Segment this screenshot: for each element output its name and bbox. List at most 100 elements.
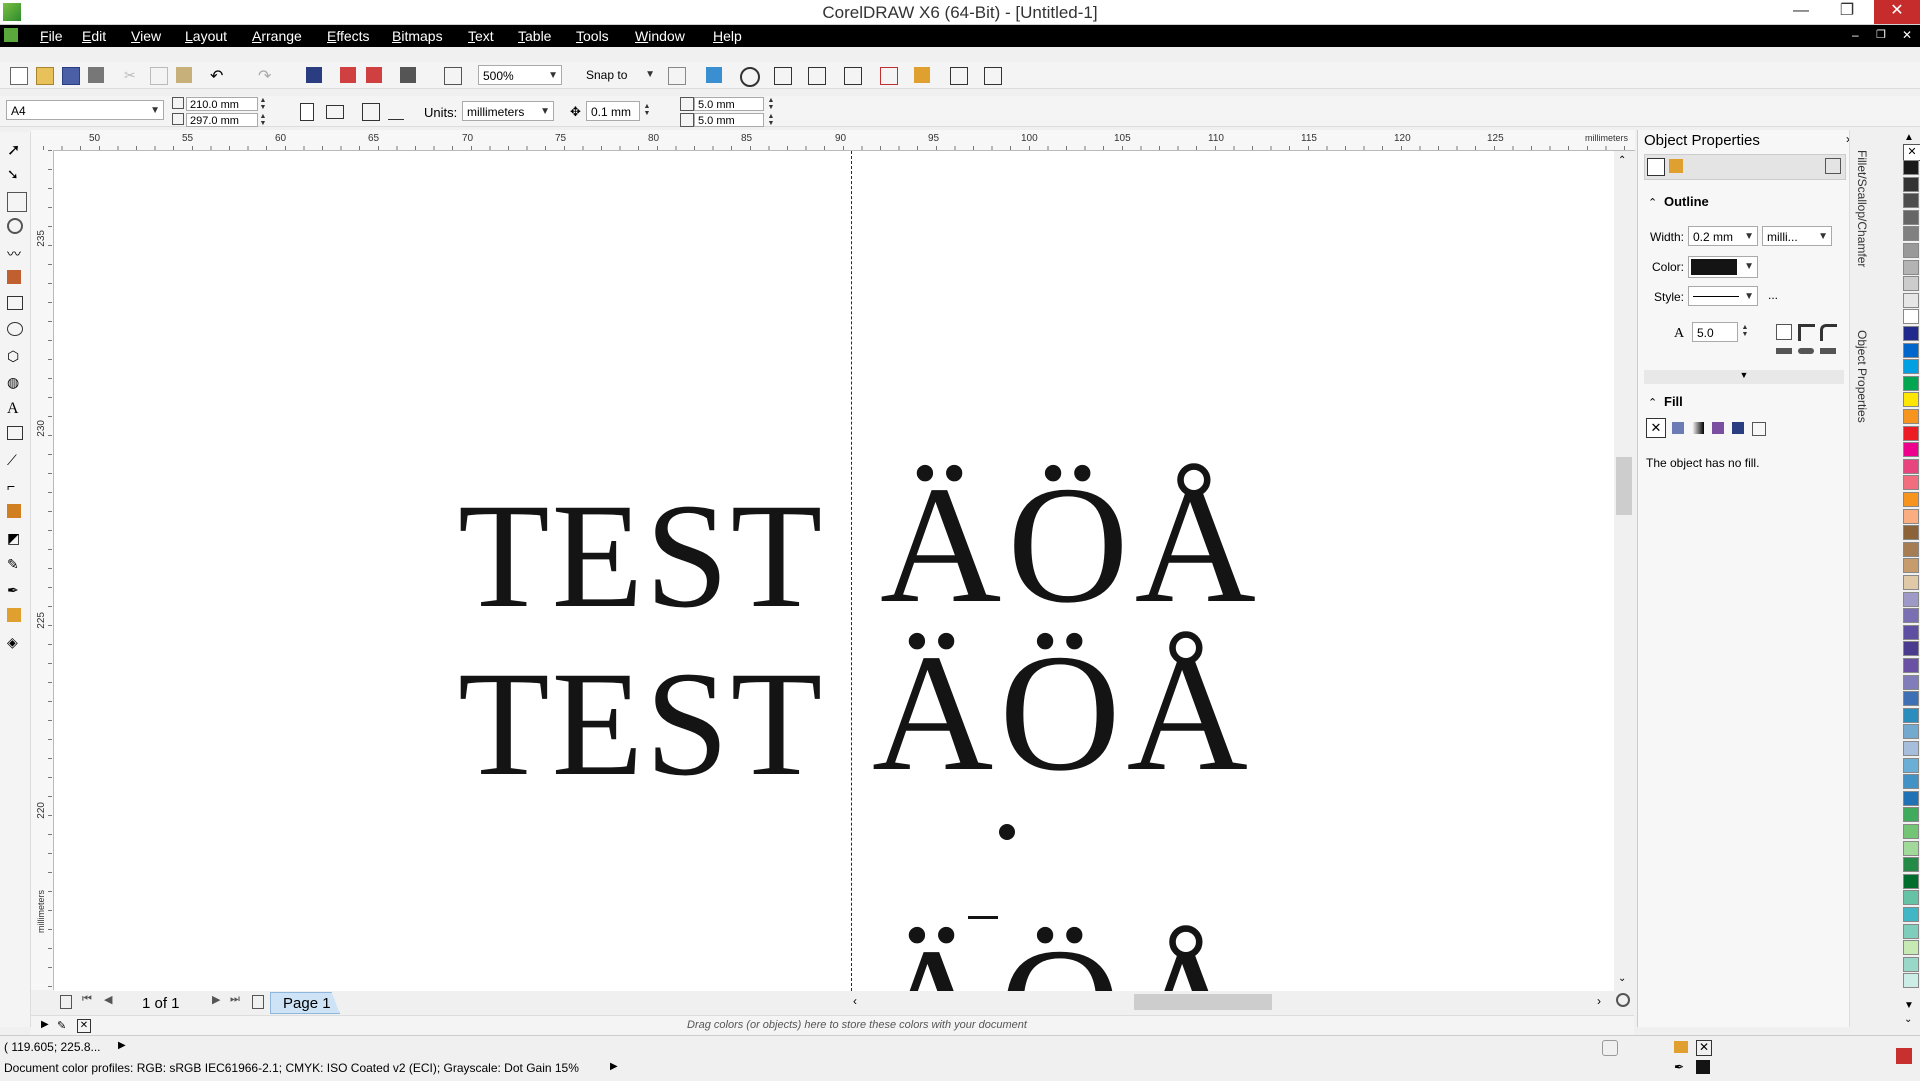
current-page-icon[interactable] bbox=[388, 103, 404, 120]
no-fill-swatch[interactable]: ✕ bbox=[1696, 1040, 1712, 1056]
zoom-navigator-icon[interactable] bbox=[1616, 993, 1630, 1007]
menu-layout[interactable]: Layout bbox=[185, 28, 227, 44]
page-tab[interactable]: Page 1 bbox=[270, 992, 340, 1014]
palette-swatch[interactable] bbox=[1903, 724, 1919, 740]
palette-swatch[interactable] bbox=[1903, 824, 1919, 839]
object-properties-docker-tab[interactable]: Object Properties bbox=[1855, 330, 1869, 423]
transform-icon[interactable] bbox=[844, 67, 862, 85]
palette-swatch[interactable] bbox=[1903, 442, 1919, 458]
menu-table[interactable]: Table bbox=[518, 28, 551, 44]
all-pages-icon[interactable] bbox=[362, 103, 380, 121]
palette-swatch[interactable] bbox=[1903, 790, 1919, 806]
duplicate-y-spinner[interactable]: ▲ ▼ bbox=[766, 113, 776, 127]
quick-customize-icon[interactable] bbox=[1896, 1048, 1912, 1064]
menu-effects[interactable]: Effects bbox=[327, 28, 370, 44]
palette-swatch[interactable] bbox=[1903, 591, 1919, 607]
outline-width-units-dropdown[interactable]: milli... ▼ bbox=[1762, 226, 1832, 246]
palette-swatch[interactable] bbox=[1903, 774, 1919, 790]
no-fill-button[interactable]: ✕ bbox=[1646, 418, 1666, 438]
palette-scroll-down-icon[interactable]: ▼ bbox=[1904, 1000, 1914, 1011]
close-button[interactable]: ✕ bbox=[1874, 0, 1920, 24]
palette-swatch[interactable] bbox=[1903, 641, 1919, 657]
portrait-icon[interactable] bbox=[300, 103, 314, 121]
interactive-fill-tool-icon[interactable]: ◈ bbox=[7, 634, 25, 652]
palette-swatch[interactable] bbox=[1903, 890, 1919, 906]
doc-close-icon[interactable]: ✕ bbox=[1902, 28, 1912, 42]
palette-swatch[interactable] bbox=[1903, 707, 1919, 723]
units-dropdown[interactable]: millimeters ▼ bbox=[462, 101, 554, 121]
text-object-test-1[interactable]: TEST bbox=[458, 481, 824, 631]
fill-section-toggle-icon[interactable]: ⌃ bbox=[1648, 396, 1657, 409]
more-outline-options-button[interactable]: ▼ bbox=[1644, 370, 1844, 384]
outline-indicator-icon[interactable]: ✒ bbox=[1674, 1060, 1684, 1074]
palette-swatch[interactable] bbox=[1903, 193, 1919, 209]
detached-bar-shape[interactable] bbox=[968, 916, 998, 919]
palette-swatch[interactable] bbox=[1903, 807, 1919, 823]
palette-swatch[interactable] bbox=[1903, 409, 1919, 424]
snapshot-icon[interactable] bbox=[1602, 1040, 1618, 1056]
application-launcher-icon[interactable] bbox=[400, 67, 416, 83]
page-height-field[interactable]: 297.0 mm bbox=[186, 113, 258, 127]
guideline[interactable] bbox=[851, 151, 852, 991]
postscript-fill-button[interactable] bbox=[1752, 422, 1766, 436]
fill-tab-icon[interactable] bbox=[1669, 159, 1683, 173]
detached-dot-shape[interactable] bbox=[999, 824, 1015, 840]
fill-tool-icon[interactable] bbox=[7, 608, 21, 622]
duplicate-x-spinner[interactable]: ▲ ▼ bbox=[766, 97, 776, 111]
copy-properties-icon[interactable] bbox=[774, 67, 792, 85]
tray-expand-icon[interactable]: ▶ bbox=[41, 1019, 49, 1030]
bevel-join-icon[interactable] bbox=[1820, 324, 1837, 341]
palette-swatch[interactable] bbox=[1903, 857, 1919, 873]
text-object-accents-1[interactable]: ÄÖÅ bbox=[880, 461, 1262, 629]
duplicate-distance-x-field[interactable]: 5.0 mm bbox=[694, 97, 764, 111]
palette-swatch[interactable] bbox=[1903, 558, 1919, 574]
palette-swatch[interactable] bbox=[1903, 840, 1919, 856]
connector-tool-icon[interactable]: ⌐ bbox=[7, 478, 25, 496]
fill-section-header[interactable]: Fill bbox=[1664, 394, 1683, 409]
palette-swatch[interactable] bbox=[1903, 940, 1919, 956]
docker-options-icon[interactable] bbox=[1825, 158, 1841, 174]
round-join-icon[interactable] bbox=[1798, 324, 1815, 341]
blend-tool-icon[interactable] bbox=[7, 504, 21, 518]
corel-connect-icon[interactable] bbox=[706, 67, 722, 83]
menu-tools[interactable]: Tools bbox=[576, 28, 609, 44]
outline-section-toggle-icon[interactable]: ⌃ bbox=[1648, 196, 1657, 209]
palette-swatch[interactable] bbox=[1903, 956, 1919, 972]
smart-fill-tool-icon[interactable] bbox=[7, 270, 21, 284]
palette-swatch[interactable] bbox=[1903, 873, 1919, 889]
document-color-profiles[interactable]: Document color profiles: RGB: sRGB IEC61… bbox=[4, 1061, 579, 1075]
vertical-ruler[interactable]: 235 230 225 220 millimeters bbox=[31, 150, 54, 990]
palette-swatch[interactable] bbox=[1903, 458, 1919, 474]
doc-minimize-icon[interactable]: – bbox=[1852, 28, 1859, 42]
palette-swatch[interactable] bbox=[1903, 741, 1919, 756]
polygon-tool-icon[interactable]: ⬡ bbox=[7, 348, 25, 366]
miter-limit-field[interactable]: 5.0 bbox=[1692, 322, 1738, 342]
palette-swatch[interactable] bbox=[1903, 658, 1919, 673]
outline-section-header[interactable]: Outline bbox=[1664, 194, 1709, 209]
horizontal-scroll-thumb[interactable] bbox=[1134, 994, 1272, 1010]
previous-page-icon[interactable]: ◀ bbox=[104, 993, 112, 1006]
outline-color-swatch[interactable] bbox=[1696, 1060, 1710, 1074]
palette-swatch[interactable] bbox=[1903, 392, 1919, 408]
crop-icon[interactable] bbox=[880, 67, 898, 85]
palette-swatch[interactable] bbox=[1903, 923, 1919, 939]
transparency-tool-icon[interactable]: ◩ bbox=[7, 530, 25, 548]
save-icon[interactable] bbox=[62, 67, 80, 85]
search-content-icon[interactable] bbox=[306, 67, 322, 83]
minimize-button[interactable]: — bbox=[1778, 0, 1824, 24]
crop-tool-icon[interactable] bbox=[7, 192, 27, 212]
palette-swatch[interactable] bbox=[1903, 508, 1919, 524]
pick-tool-icon[interactable]: ➚ bbox=[7, 140, 25, 159]
palette-expand-icon[interactable]: ⌄ bbox=[1904, 1014, 1912, 1025]
horizontal-scrollbar[interactable]: ‹ › bbox=[851, 991, 1615, 1013]
open-icon[interactable] bbox=[36, 67, 54, 85]
fillet-docker-tab[interactable]: Fillet/Scallop/Chamfer bbox=[1855, 150, 1869, 267]
outline-tab-icon[interactable] bbox=[1647, 158, 1665, 176]
dimension-tool-icon[interactable]: ⟋ bbox=[7, 452, 25, 470]
no-color-swatch[interactable]: ✕ bbox=[1903, 144, 1920, 161]
palette-swatch[interactable] bbox=[1903, 326, 1919, 341]
page-size-dropdown[interactable]: A4 ▼ bbox=[6, 100, 164, 120]
palette-swatch[interactable] bbox=[1903, 757, 1919, 773]
options-icon[interactable] bbox=[668, 67, 686, 85]
new-document-icon[interactable] bbox=[10, 67, 28, 85]
